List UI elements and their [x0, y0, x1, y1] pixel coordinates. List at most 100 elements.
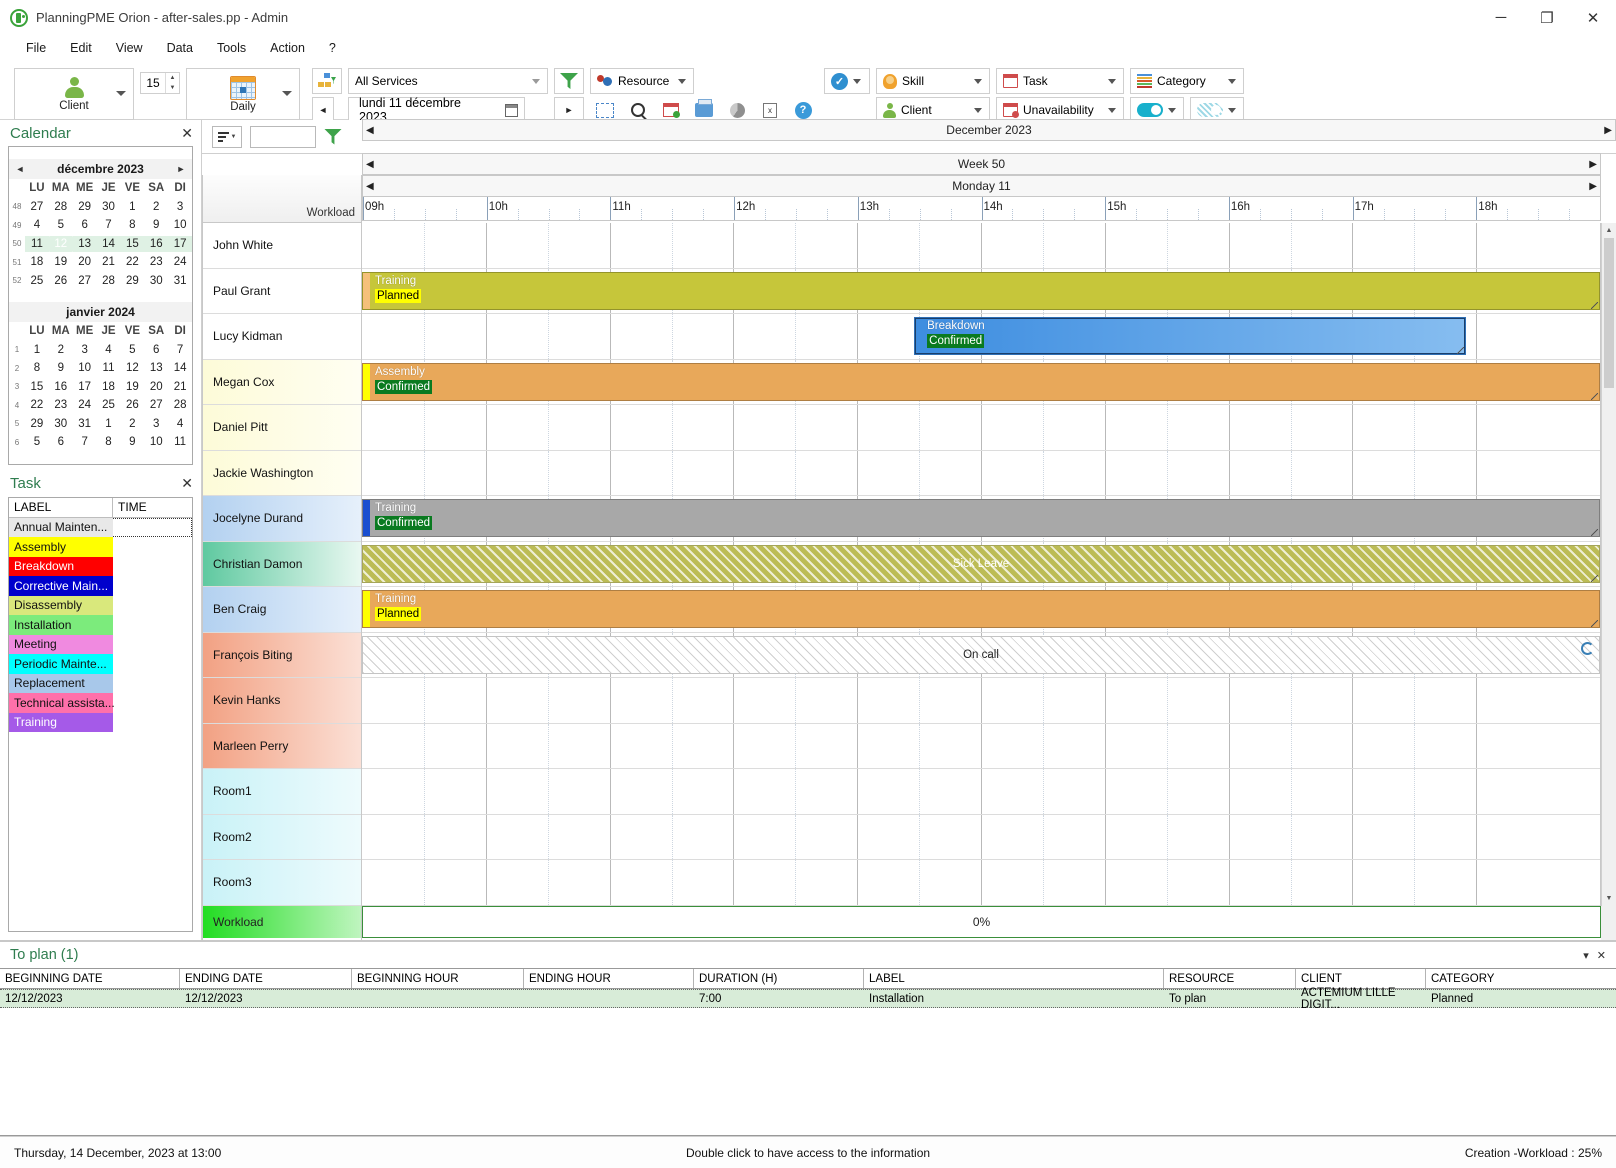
task-legend-row[interactable]: Technical assista...	[9, 693, 192, 713]
calendar-day[interactable]: 17	[168, 235, 193, 252]
gantt-row[interactable]	[362, 405, 1600, 451]
chevron-down-icon[interactable]	[116, 91, 126, 96]
stepper-arrows[interactable]: ▲ ▼	[165, 73, 179, 93]
scroll-up-icon[interactable]: ▲	[1602, 223, 1616, 238]
calendar-day[interactable]: 29	[25, 416, 49, 432]
resource-name-cell[interactable]: Christian Damon	[203, 541, 361, 587]
calendar-day[interactable]: 27	[73, 273, 97, 289]
resource-name-cell[interactable]: John White	[203, 223, 361, 269]
calendar-day[interactable]: 3	[168, 199, 192, 215]
menu-action[interactable]: Action	[258, 39, 317, 57]
task-legend-row[interactable]: Annual Mainten...	[9, 517, 192, 537]
client-view-button[interactable]: Client	[14, 68, 134, 120]
chevron-down-icon[interactable]	[1108, 107, 1116, 113]
vertical-scrollbar[interactable]: ▲ ▼	[1601, 223, 1616, 906]
scroll-left-icon[interactable]: ◀	[366, 125, 374, 136]
close-icon[interactable]: ✕	[181, 475, 193, 492]
resize-handle[interactable]	[1457, 347, 1465, 354]
calendar-day[interactable]: 19	[49, 254, 73, 270]
calendar-day[interactable]: 30	[97, 199, 121, 215]
resource-name-cell[interactable]: Jackie Washington	[203, 450, 361, 496]
calendar-day[interactable]: 18	[25, 254, 49, 270]
chevron-down-icon[interactable]	[1168, 107, 1176, 113]
calendar-day[interactable]: 30	[49, 416, 73, 432]
services-combo[interactable]: All Services	[348, 68, 548, 94]
gantt-task-bar[interactable]: Breakdown Confirmed	[914, 317, 1467, 355]
to-plan-row[interactable]: 12/12/2023 12/12/2023 7:00 Installation To p…	[0, 987, 1616, 1011]
calendar-day[interactable]: 31	[168, 273, 192, 289]
chevron-down-icon[interactable]	[282, 91, 292, 96]
menu-file[interactable]: File	[14, 39, 58, 57]
menu-tools[interactable]: Tools	[205, 39, 258, 57]
calendar-day[interactable]: 22	[25, 397, 49, 413]
calendar-day[interactable]: 20	[73, 254, 97, 270]
calendar-day[interactable]: 8	[25, 360, 49, 376]
resource-combo[interactable]: Resource	[590, 68, 694, 94]
calendar-day[interactable]: 2	[120, 416, 144, 432]
calendar-day[interactable]: 9	[144, 217, 168, 233]
calendar-day[interactable]: 1	[97, 416, 121, 432]
calendar-day[interactable]: 4	[97, 342, 121, 358]
chevron-down-icon[interactable]	[532, 78, 540, 84]
calendar-day[interactable]: 26	[120, 397, 144, 413]
calendar-day[interactable]: 13	[72, 235, 97, 252]
to-plan-column-header[interactable]: CLIENT	[1296, 969, 1426, 988]
gantt-row[interactable]: Training Confirmed	[362, 496, 1600, 542]
gantt-row[interactable]	[362, 678, 1600, 724]
search-input[interactable]	[250, 125, 316, 148]
menu-edit[interactable]: Edit	[58, 39, 104, 57]
close-icon[interactable]: ✕	[181, 125, 193, 142]
calendar-day[interactable]: 28	[97, 273, 121, 289]
resource-name-cell[interactable]: Megan Cox	[203, 359, 361, 405]
gantt-row[interactable]	[362, 223, 1600, 269]
minimize-icon[interactable]: ─	[1478, 0, 1524, 36]
calendar-day[interactable]: 22	[120, 254, 144, 270]
to-plan-column-header[interactable]: LABEL	[864, 969, 1164, 988]
calendar-day[interactable]: 28	[49, 199, 73, 215]
calendar-day[interactable]: 5	[25, 434, 49, 450]
to-plan-column-header[interactable]: DURATION (H)	[694, 969, 864, 988]
task-legend-row[interactable]: Disassembly	[9, 595, 192, 615]
calendar-day[interactable]: 27	[25, 199, 49, 215]
task-legend-row[interactable]: Breakdown	[9, 556, 192, 576]
gantt-row[interactable]: Breakdown Confirmed	[362, 314, 1600, 360]
calendar-day[interactable]: 30	[144, 273, 168, 289]
gantt-row[interactable]	[362, 723, 1600, 769]
scroll-right-icon[interactable]: ▶	[1604, 125, 1612, 136]
resource-name-cell[interactable]: Daniel Pitt	[203, 405, 361, 451]
calendar-day[interactable]: 1	[120, 199, 144, 215]
calendar-day[interactable]: 17	[73, 379, 97, 395]
calendar-day[interactable]: 6	[49, 434, 73, 450]
task-legend-row[interactable]: Replacement	[9, 673, 192, 693]
calendar-day[interactable]: 9	[120, 434, 144, 450]
calendar-day[interactable]: 23	[49, 397, 73, 413]
to-plan-column-header[interactable]: ENDING DATE	[180, 969, 352, 988]
to-plan-column-header[interactable]: ENDING HOUR	[524, 969, 694, 988]
sort-button[interactable]: ▼	[212, 125, 242, 148]
calendar-day[interactable]: 7	[73, 434, 97, 450]
task-legend-row[interactable]: Periodic Mainte...	[9, 654, 192, 674]
gantt-row[interactable]	[362, 769, 1600, 815]
availability-button[interactable]: ✓	[824, 68, 870, 94]
daily-view-button[interactable]: Daily	[186, 68, 300, 120]
day-band[interactable]: ◀ Monday 11 ▶	[362, 175, 1601, 197]
calendar-day[interactable]: 24	[73, 397, 97, 413]
scroll-left-icon[interactable]: ◀	[366, 159, 374, 170]
calendar-day[interactable]: 21	[168, 379, 192, 395]
chevron-down-icon[interactable]	[974, 78, 982, 84]
calendar-day[interactable]: 16	[49, 379, 73, 395]
maximize-icon[interactable]: ❐	[1524, 0, 1570, 36]
chevron-down-icon[interactable]	[1108, 78, 1116, 84]
calendar-day[interactable]: 3	[73, 342, 97, 358]
calendar-day[interactable]: 27	[144, 397, 168, 413]
chevron-down-icon[interactable]	[678, 78, 686, 84]
resize-handle[interactable]	[1591, 620, 1598, 627]
calendar-day[interactable]: 15	[120, 235, 145, 252]
resource-name-cell[interactable]: Paul Grant	[203, 268, 361, 314]
month-band[interactable]: ◀ December 2023 ▶	[362, 119, 1616, 141]
calendar-day[interactable]: 28	[168, 397, 192, 413]
calendar-day[interactable]: 9	[49, 360, 73, 376]
calendar-day[interactable]: 10	[144, 434, 168, 450]
stepper-up-icon[interactable]: ▲	[166, 73, 179, 83]
prev-month-icon[interactable]: ◄	[13, 164, 27, 174]
